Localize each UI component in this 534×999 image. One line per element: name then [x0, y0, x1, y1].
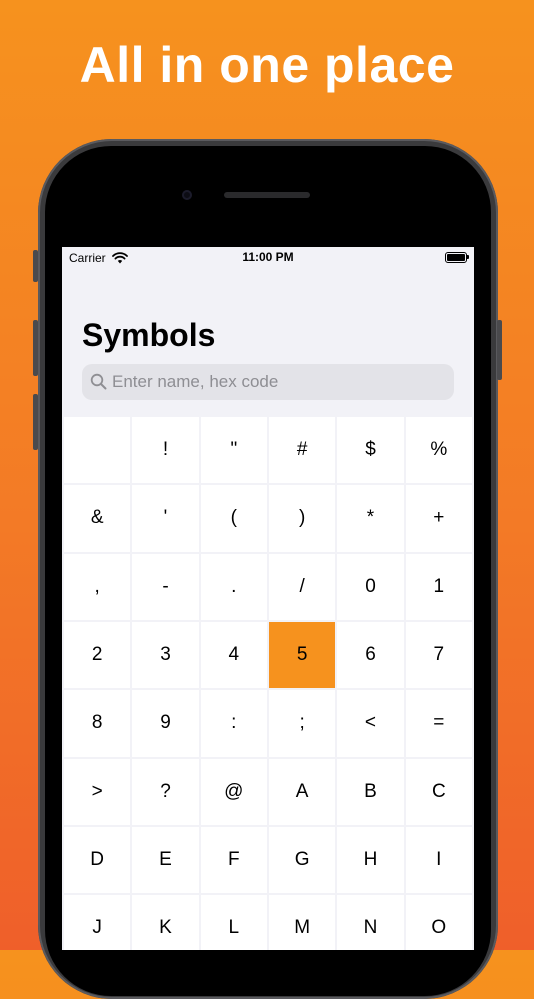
symbol-cell[interactable]: 0 [337, 553, 404, 620]
symbol-cell[interactable]: $ [337, 417, 404, 484]
symbol-cell[interactable]: % [405, 417, 472, 484]
symbol-cell[interactable]: J [64, 895, 131, 950]
symbol-cell[interactable]: . [200, 553, 267, 620]
page-title: Symbols [82, 317, 216, 353]
battery-icon [445, 252, 467, 263]
front-camera [182, 190, 192, 200]
symbol-cell[interactable]: < [337, 690, 404, 757]
power-button [497, 320, 502, 380]
symbol-cell[interactable]: H [337, 826, 404, 894]
symbol-grid: ! " # $% & '() * +, -./0 1 2 3 4 5 6 7 8 9:; < = >? @ A B C D E F G H… [64, 417, 474, 950]
symbol-cell[interactable]: I [405, 826, 472, 894]
symbol-cell[interactable]: - [132, 553, 199, 620]
mute-switch [33, 250, 38, 282]
app-screen: Carrier 11:00 PM Symbols !"#$% &'()*+,-./… [62, 247, 474, 950]
symbol-cell[interactable]: 9 [132, 690, 199, 757]
symbol-cell[interactable] [64, 417, 131, 484]
symbol-cell[interactable]: " [200, 417, 267, 484]
search-input[interactable] [112, 364, 442, 400]
symbol-cell[interactable]: * [337, 485, 404, 552]
symbol-cell[interactable]: 8 [64, 690, 131, 757]
clock: 11:00 PM [242, 250, 294, 264]
earpiece-speaker [224, 192, 310, 198]
symbol-cell[interactable]: B [337, 758, 404, 825]
symbol-cell[interactable]: > [64, 758, 131, 825]
symbol-cell[interactable]: 7 [405, 621, 472, 689]
volume-down-button [33, 394, 38, 450]
symbol-cell[interactable]: 3 [132, 621, 199, 689]
symbol-cell[interactable]: O [405, 895, 472, 950]
symbol-cell[interactable]: A [268, 758, 336, 825]
volume-up-button [33, 320, 38, 376]
symbol-cell[interactable]: # [268, 417, 336, 484]
search-icon [90, 373, 107, 395]
symbol-cell[interactable]: ! [132, 417, 199, 484]
symbol-cell[interactable]: N [337, 895, 404, 950]
symbol-cell[interactable]: L [200, 895, 267, 950]
symbol-cell[interactable]: / [268, 553, 336, 620]
symbol-cell[interactable]: 1 [405, 553, 472, 620]
symbol-cell[interactable]: + [405, 485, 472, 552]
symbol-cell[interactable]: ( [200, 485, 267, 552]
search-bar[interactable] [82, 364, 454, 400]
symbol-cell[interactable]: D [64, 826, 131, 894]
symbol-cell[interactable]: K [132, 895, 199, 950]
symbol-cell[interactable]: F [200, 826, 267, 894]
symbol-cell[interactable]: = [405, 690, 472, 757]
battery-cap [467, 255, 469, 259]
symbol-cell[interactable]: M [268, 895, 336, 950]
symbol-cell[interactable]: C [405, 758, 472, 825]
symbol-cell[interactable]: G [268, 826, 336, 894]
symbol-cell[interactable]: ' [132, 485, 199, 552]
symbol-cell[interactable]: 6 [337, 621, 404, 689]
symbol-cell[interactable]: ; [268, 690, 336, 757]
symbol-cell-selected[interactable]: 5 [268, 621, 336, 689]
symbol-cell[interactable]: @ [200, 758, 267, 825]
symbol-cell[interactable]: 2 [64, 621, 131, 689]
symbol-cell[interactable]: ) [268, 485, 336, 552]
symbol-cell[interactable]: : [200, 690, 267, 757]
status-bar: Carrier 11:00 PM [62, 247, 474, 269]
symbol-cell[interactable]: ? [132, 758, 199, 825]
symbol-cell[interactable]: E [132, 826, 199, 894]
headline: All in one place [79, 37, 455, 93]
symbol-cell[interactable]: 4 [200, 621, 267, 689]
symbol-cell[interactable]: , [64, 553, 131, 620]
symbol-cell[interactable]: & [64, 485, 131, 552]
